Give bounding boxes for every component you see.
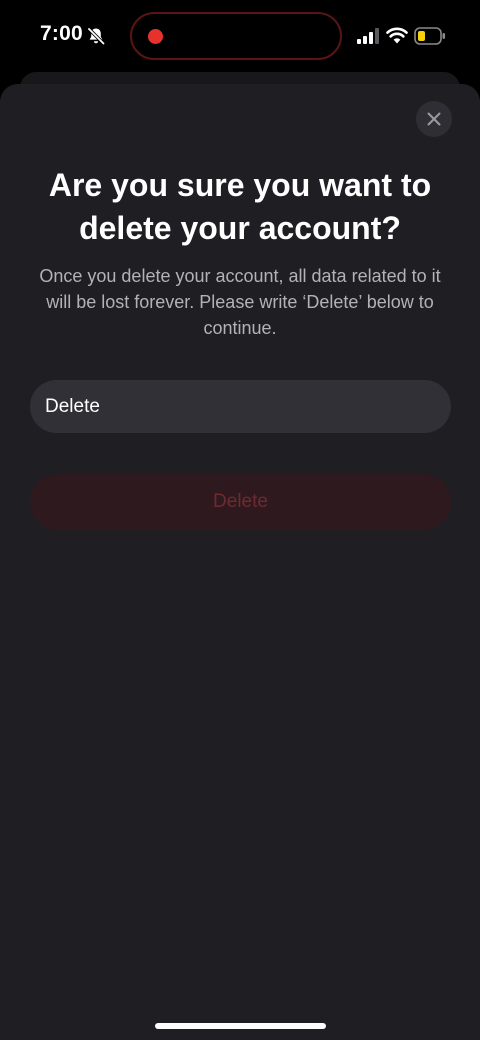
confirm-delete-input[interactable] [30, 380, 451, 433]
status-time: 7:00 [40, 22, 83, 45]
page-title: Are you sure you want to delete your acc… [48, 167, 432, 246]
delete-account-button[interactable]: Delete [30, 474, 451, 530]
battery-low-icon [414, 27, 445, 45]
close-icon [427, 112, 441, 126]
record-dot-icon [148, 29, 163, 44]
warning-description: Once you delete your account, all data r… [39, 266, 441, 338]
status-bar: 7:00 [0, 0, 480, 72]
cellular-signal-icon [357, 28, 379, 44]
bell-slash-icon [87, 27, 105, 45]
close-button[interactable] [416, 101, 452, 137]
wifi-icon [386, 27, 408, 44]
phone-screen: 7:00 Are you sure you want to delete you… [0, 0, 480, 1040]
delete-account-sheet: Are you sure you want to delete your acc… [0, 84, 480, 1040]
dynamic-island [130, 12, 342, 60]
home-indicator[interactable] [155, 1023, 326, 1029]
